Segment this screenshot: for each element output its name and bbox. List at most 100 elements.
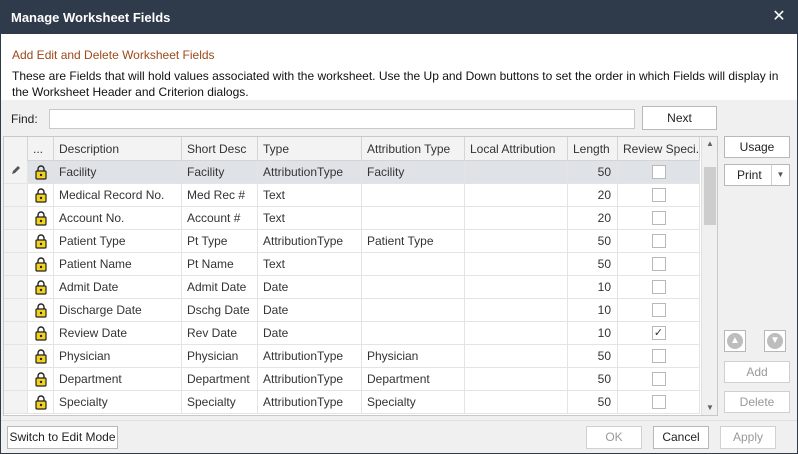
review-checkbox[interactable] xyxy=(651,188,666,202)
switch-to-edit-mode-button[interactable]: Switch to Edit Mode xyxy=(7,426,118,449)
cell-local-attribution[interactable] xyxy=(465,276,568,298)
table-row[interactable]: Patient Type Pt Type AttributionType Patien… xyxy=(4,230,700,253)
cell-length[interactable]: 50 xyxy=(568,345,618,367)
review-checkbox[interactable] xyxy=(651,349,666,363)
cell-attribution-type[interactable] xyxy=(362,184,465,206)
column-header-local-attribution[interactable]: Local Attribution xyxy=(465,137,568,161)
cell-attribution-type[interactable]: Patient Type xyxy=(362,230,465,252)
find-input[interactable] xyxy=(49,109,635,129)
add-button[interactable]: Add xyxy=(724,361,790,383)
chevron-down-icon[interactable]: ▼ xyxy=(771,165,789,185)
review-checkbox[interactable] xyxy=(651,234,666,248)
cell-description[interactable]: Discharge Date xyxy=(54,299,182,321)
cell-short-desc[interactable]: Pt Name xyxy=(182,253,258,275)
column-header-type[interactable]: Type xyxy=(258,137,362,161)
table-row[interactable]: Admit Date Admit Date Date 10 xyxy=(4,276,700,299)
column-header-attribution-type[interactable]: Attribution Type xyxy=(362,137,465,161)
cell-description[interactable]: Admit Date xyxy=(54,276,182,298)
review-checkbox[interactable]: ✓ xyxy=(651,326,666,340)
cell-attribution-type[interactable] xyxy=(362,253,465,275)
cell-length[interactable]: 10 xyxy=(568,299,618,321)
ok-button[interactable]: OK xyxy=(586,426,642,449)
cell-length[interactable]: 50 xyxy=(568,230,618,252)
cell-local-attribution[interactable] xyxy=(465,322,568,344)
cell-type[interactable]: Text xyxy=(258,184,362,206)
scroll-down-icon[interactable]: ▼ xyxy=(702,401,717,415)
cell-local-attribution[interactable] xyxy=(465,368,568,390)
cell-short-desc[interactable]: Department xyxy=(182,368,258,390)
table-row[interactable]: Specialty Specialty AttributionType Special… xyxy=(4,391,700,414)
cell-length[interactable]: 50 xyxy=(568,368,618,390)
scroll-thumb[interactable] xyxy=(704,167,716,225)
table-row[interactable]: Patient Name Pt Name Text 50 xyxy=(4,253,700,276)
table-row[interactable]: Discharge Date Dschg Date Date 10 xyxy=(4,299,700,322)
cell-attribution-type[interactable]: Department xyxy=(362,368,465,390)
column-header-short-desc[interactable]: Short Desc xyxy=(182,137,258,161)
cell-type[interactable]: Date xyxy=(258,276,362,298)
next-button[interactable]: Next xyxy=(642,106,717,130)
cell-local-attribution[interactable] xyxy=(465,253,568,275)
cell-short-desc[interactable]: Specialty xyxy=(182,391,258,413)
cell-type[interactable]: Text xyxy=(258,253,362,275)
cell-length[interactable]: 20 xyxy=(568,184,618,206)
column-header-length[interactable]: Length xyxy=(568,137,618,161)
review-checkbox[interactable] xyxy=(651,257,666,271)
cell-short-desc[interactable]: Dschg Date xyxy=(182,299,258,321)
review-checkbox[interactable] xyxy=(651,280,666,294)
cell-local-attribution[interactable] xyxy=(465,230,568,252)
cell-length[interactable]: 10 xyxy=(568,322,618,344)
cell-short-desc[interactable]: Admit Date xyxy=(182,276,258,298)
cell-type[interactable]: Date xyxy=(258,322,362,344)
cell-short-desc[interactable]: Facility xyxy=(182,161,258,183)
cell-description[interactable]: Department xyxy=(54,368,182,390)
table-row[interactable]: Department Department AttributionType Depar… xyxy=(4,368,700,391)
review-checkbox[interactable] xyxy=(651,211,666,225)
review-checkbox[interactable] xyxy=(651,395,666,409)
column-header-icon[interactable]: ... xyxy=(28,137,54,161)
usage-button[interactable]: Usage xyxy=(724,136,790,158)
column-header-description[interactable]: Description xyxy=(54,137,182,161)
cell-description[interactable]: Patient Name xyxy=(54,253,182,275)
cell-type[interactable]: AttributionType xyxy=(258,161,362,183)
cancel-button[interactable]: Cancel xyxy=(653,426,709,449)
table-row[interactable]: Account No. Account # Text 20 xyxy=(4,207,700,230)
apply-button[interactable]: Apply xyxy=(720,426,776,449)
cell-type[interactable]: Text xyxy=(258,207,362,229)
cell-type[interactable]: AttributionType xyxy=(258,345,362,367)
cell-description[interactable]: Facility xyxy=(54,161,182,183)
cell-local-attribution[interactable] xyxy=(465,299,568,321)
column-header-review-specific[interactable]: Review Speci... xyxy=(618,137,700,161)
scroll-up-icon[interactable]: ▲ xyxy=(702,137,717,151)
cell-description[interactable]: Patient Type xyxy=(54,230,182,252)
review-checkbox[interactable] xyxy=(651,165,666,179)
cell-type[interactable]: AttributionType xyxy=(258,368,362,390)
cell-description[interactable]: Physician xyxy=(54,345,182,367)
cell-length[interactable]: 50 xyxy=(568,253,618,275)
cell-local-attribution[interactable] xyxy=(465,161,568,183)
cell-short-desc[interactable]: Physician xyxy=(182,345,258,367)
cell-short-desc[interactable]: Account # xyxy=(182,207,258,229)
cell-description[interactable]: Account No. xyxy=(54,207,182,229)
move-down-button[interactable]: ▼ xyxy=(764,330,786,352)
cell-short-desc[interactable]: Med Rec # xyxy=(182,184,258,206)
close-icon[interactable]: ✕ xyxy=(769,7,789,27)
cell-description[interactable]: Specialty xyxy=(54,391,182,413)
cell-attribution-type[interactable]: Facility xyxy=(362,161,465,183)
cell-description[interactable]: Medical Record No. xyxy=(54,184,182,206)
cell-length[interactable]: 10 xyxy=(568,276,618,298)
table-row[interactable]: Facility Facility AttributionType Facility 5… xyxy=(4,161,700,184)
cell-length[interactable]: 50 xyxy=(568,161,618,183)
cell-local-attribution[interactable] xyxy=(465,345,568,367)
vertical-scrollbar[interactable]: ▲ ▼ xyxy=(701,137,717,415)
cell-short-desc[interactable]: Pt Type xyxy=(182,230,258,252)
cell-local-attribution[interactable] xyxy=(465,391,568,413)
cell-attribution-type[interactable]: Specialty xyxy=(362,391,465,413)
review-checkbox[interactable] xyxy=(651,372,666,386)
cell-attribution-type[interactable] xyxy=(362,276,465,298)
cell-attribution-type[interactable] xyxy=(362,207,465,229)
cell-attribution-type[interactable] xyxy=(362,299,465,321)
cell-short-desc[interactable]: Rev Date xyxy=(182,322,258,344)
cell-description[interactable]: Review Date xyxy=(54,322,182,344)
cell-length[interactable]: 50 xyxy=(568,391,618,413)
table-row[interactable]: Review Date Rev Date Date 10 ✓ xyxy=(4,322,700,345)
